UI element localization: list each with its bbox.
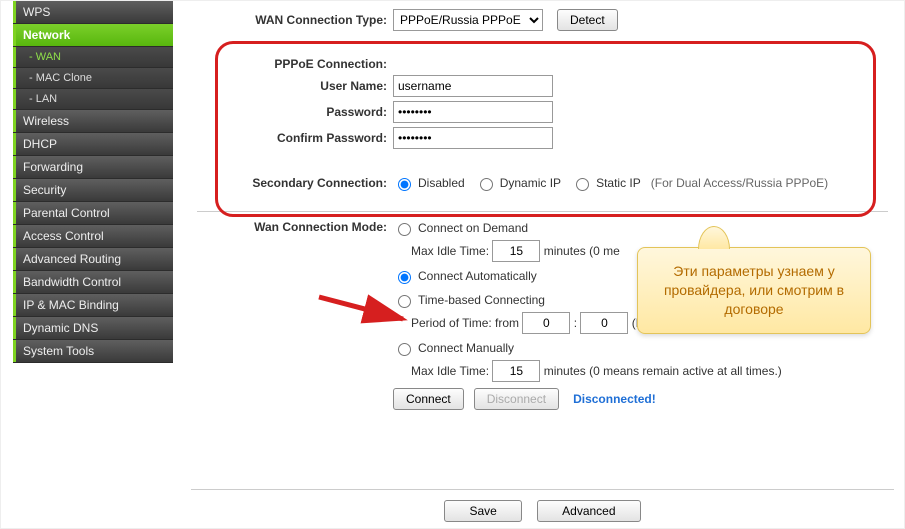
secondary-disabled-label: Disabled — [418, 176, 465, 190]
sidebar-item-parental-control[interactable]: Parental Control — [13, 202, 173, 225]
secondary-static[interactable]: Static IP — [571, 175, 641, 191]
secondary-static-label: Static IP — [596, 176, 641, 190]
idle-unit-2: minutes (0 means remain active at all ti… — [544, 364, 782, 378]
mode-time-radio[interactable] — [398, 295, 411, 308]
period-from-m[interactable] — [580, 312, 628, 334]
username-input[interactable] — [393, 75, 553, 97]
sidebar-item-dynamic-dns[interactable]: Dynamic DNS — [13, 317, 173, 340]
sidebar-item-forwarding[interactable]: Forwarding — [13, 156, 173, 179]
secondary-dynamic-radio[interactable] — [480, 178, 493, 191]
secondary-dynamic-label: Dynamic IP — [500, 176, 561, 190]
disconnect-button[interactable]: Disconnect — [474, 388, 559, 410]
sidebar-item-wireless[interactable]: Wireless — [13, 110, 173, 133]
mode-demand[interactable]: Connect on Demand — [393, 220, 888, 236]
period-label: Period of Time: from — [411, 316, 519, 330]
confirm-password-label: Confirm Password: — [197, 131, 393, 145]
connection-status: Disconnected! — [573, 392, 656, 406]
idle-label-1: Max Idle Time: — [411, 244, 489, 258]
mode-auto-radio[interactable] — [398, 271, 411, 284]
sidebar-item-wps[interactable]: WPS — [13, 1, 173, 24]
mode-demand-label: Connect on Demand — [418, 221, 528, 235]
save-button[interactable]: Save — [444, 500, 521, 522]
mode-label: Wan Connection Mode: — [197, 220, 393, 234]
idle-input-2[interactable] — [492, 360, 540, 382]
sidebar-item-access-control[interactable]: Access Control — [13, 225, 173, 248]
secondary-hint: (For Dual Access/Russia PPPoE) — [651, 176, 828, 190]
wan-type-label: WAN Connection Type: — [197, 13, 393, 27]
period-from-h[interactable] — [522, 312, 570, 334]
idle-input-1[interactable] — [492, 240, 540, 262]
idle-unit-1: minutes (0 me — [544, 244, 620, 258]
mode-auto-label: Connect Automatically — [418, 269, 537, 283]
mode-time-label: Time-based Connecting — [418, 293, 545, 307]
secondary-disabled[interactable]: Disabled — [393, 175, 465, 191]
sidebar-sub-lan[interactable]: - LAN — [13, 89, 173, 110]
mode-manual[interactable]: Connect Manually — [393, 340, 888, 356]
pppoe-heading: PPPoE Connection: — [197, 57, 393, 71]
wan-type-select[interactable]: PPPoE/Russia PPPoE — [393, 9, 543, 31]
sidebar: WPS Network - WAN - MAC Clone - LAN Wire… — [13, 1, 173, 363]
mode-demand-radio[interactable] — [398, 223, 411, 236]
secondary-label: Secondary Connection: — [197, 176, 393, 190]
sidebar-sub-wan[interactable]: - WAN — [13, 47, 173, 68]
advanced-button[interactable]: Advanced — [537, 500, 640, 522]
sidebar-item-security[interactable]: Security — [13, 179, 173, 202]
secondary-static-radio[interactable] — [576, 178, 589, 191]
sidebar-item-network[interactable]: Network — [13, 24, 173, 47]
secondary-dynamic[interactable]: Dynamic IP — [475, 175, 561, 191]
bottom-bar: Save Advanced — [191, 489, 894, 522]
connect-button[interactable]: Connect — [393, 388, 464, 410]
sidebar-item-advanced-routing[interactable]: Advanced Routing — [13, 248, 173, 271]
annotation-note: Эти параметры узнаем у провайдера, или с… — [637, 247, 871, 334]
secondary-disabled-radio[interactable] — [398, 178, 411, 191]
confirm-password-input[interactable] — [393, 127, 553, 149]
sidebar-sub-mac-clone[interactable]: - MAC Clone — [13, 68, 173, 89]
sidebar-item-ip-mac-binding[interactable]: IP & MAC Binding — [13, 294, 173, 317]
detect-button[interactable]: Detect — [557, 9, 618, 31]
password-label: Password: — [197, 105, 393, 119]
sidebar-item-dhcp[interactable]: DHCP — [13, 133, 173, 156]
username-label: User Name: — [197, 79, 393, 93]
password-input[interactable] — [393, 101, 553, 123]
idle-label-2: Max Idle Time: — [411, 364, 489, 378]
mode-manual-label: Connect Manually — [418, 341, 514, 355]
sidebar-item-bandwidth-control[interactable]: Bandwidth Control — [13, 271, 173, 294]
sidebar-item-system-tools[interactable]: System Tools — [13, 340, 173, 363]
mode-manual-radio[interactable] — [398, 343, 411, 356]
